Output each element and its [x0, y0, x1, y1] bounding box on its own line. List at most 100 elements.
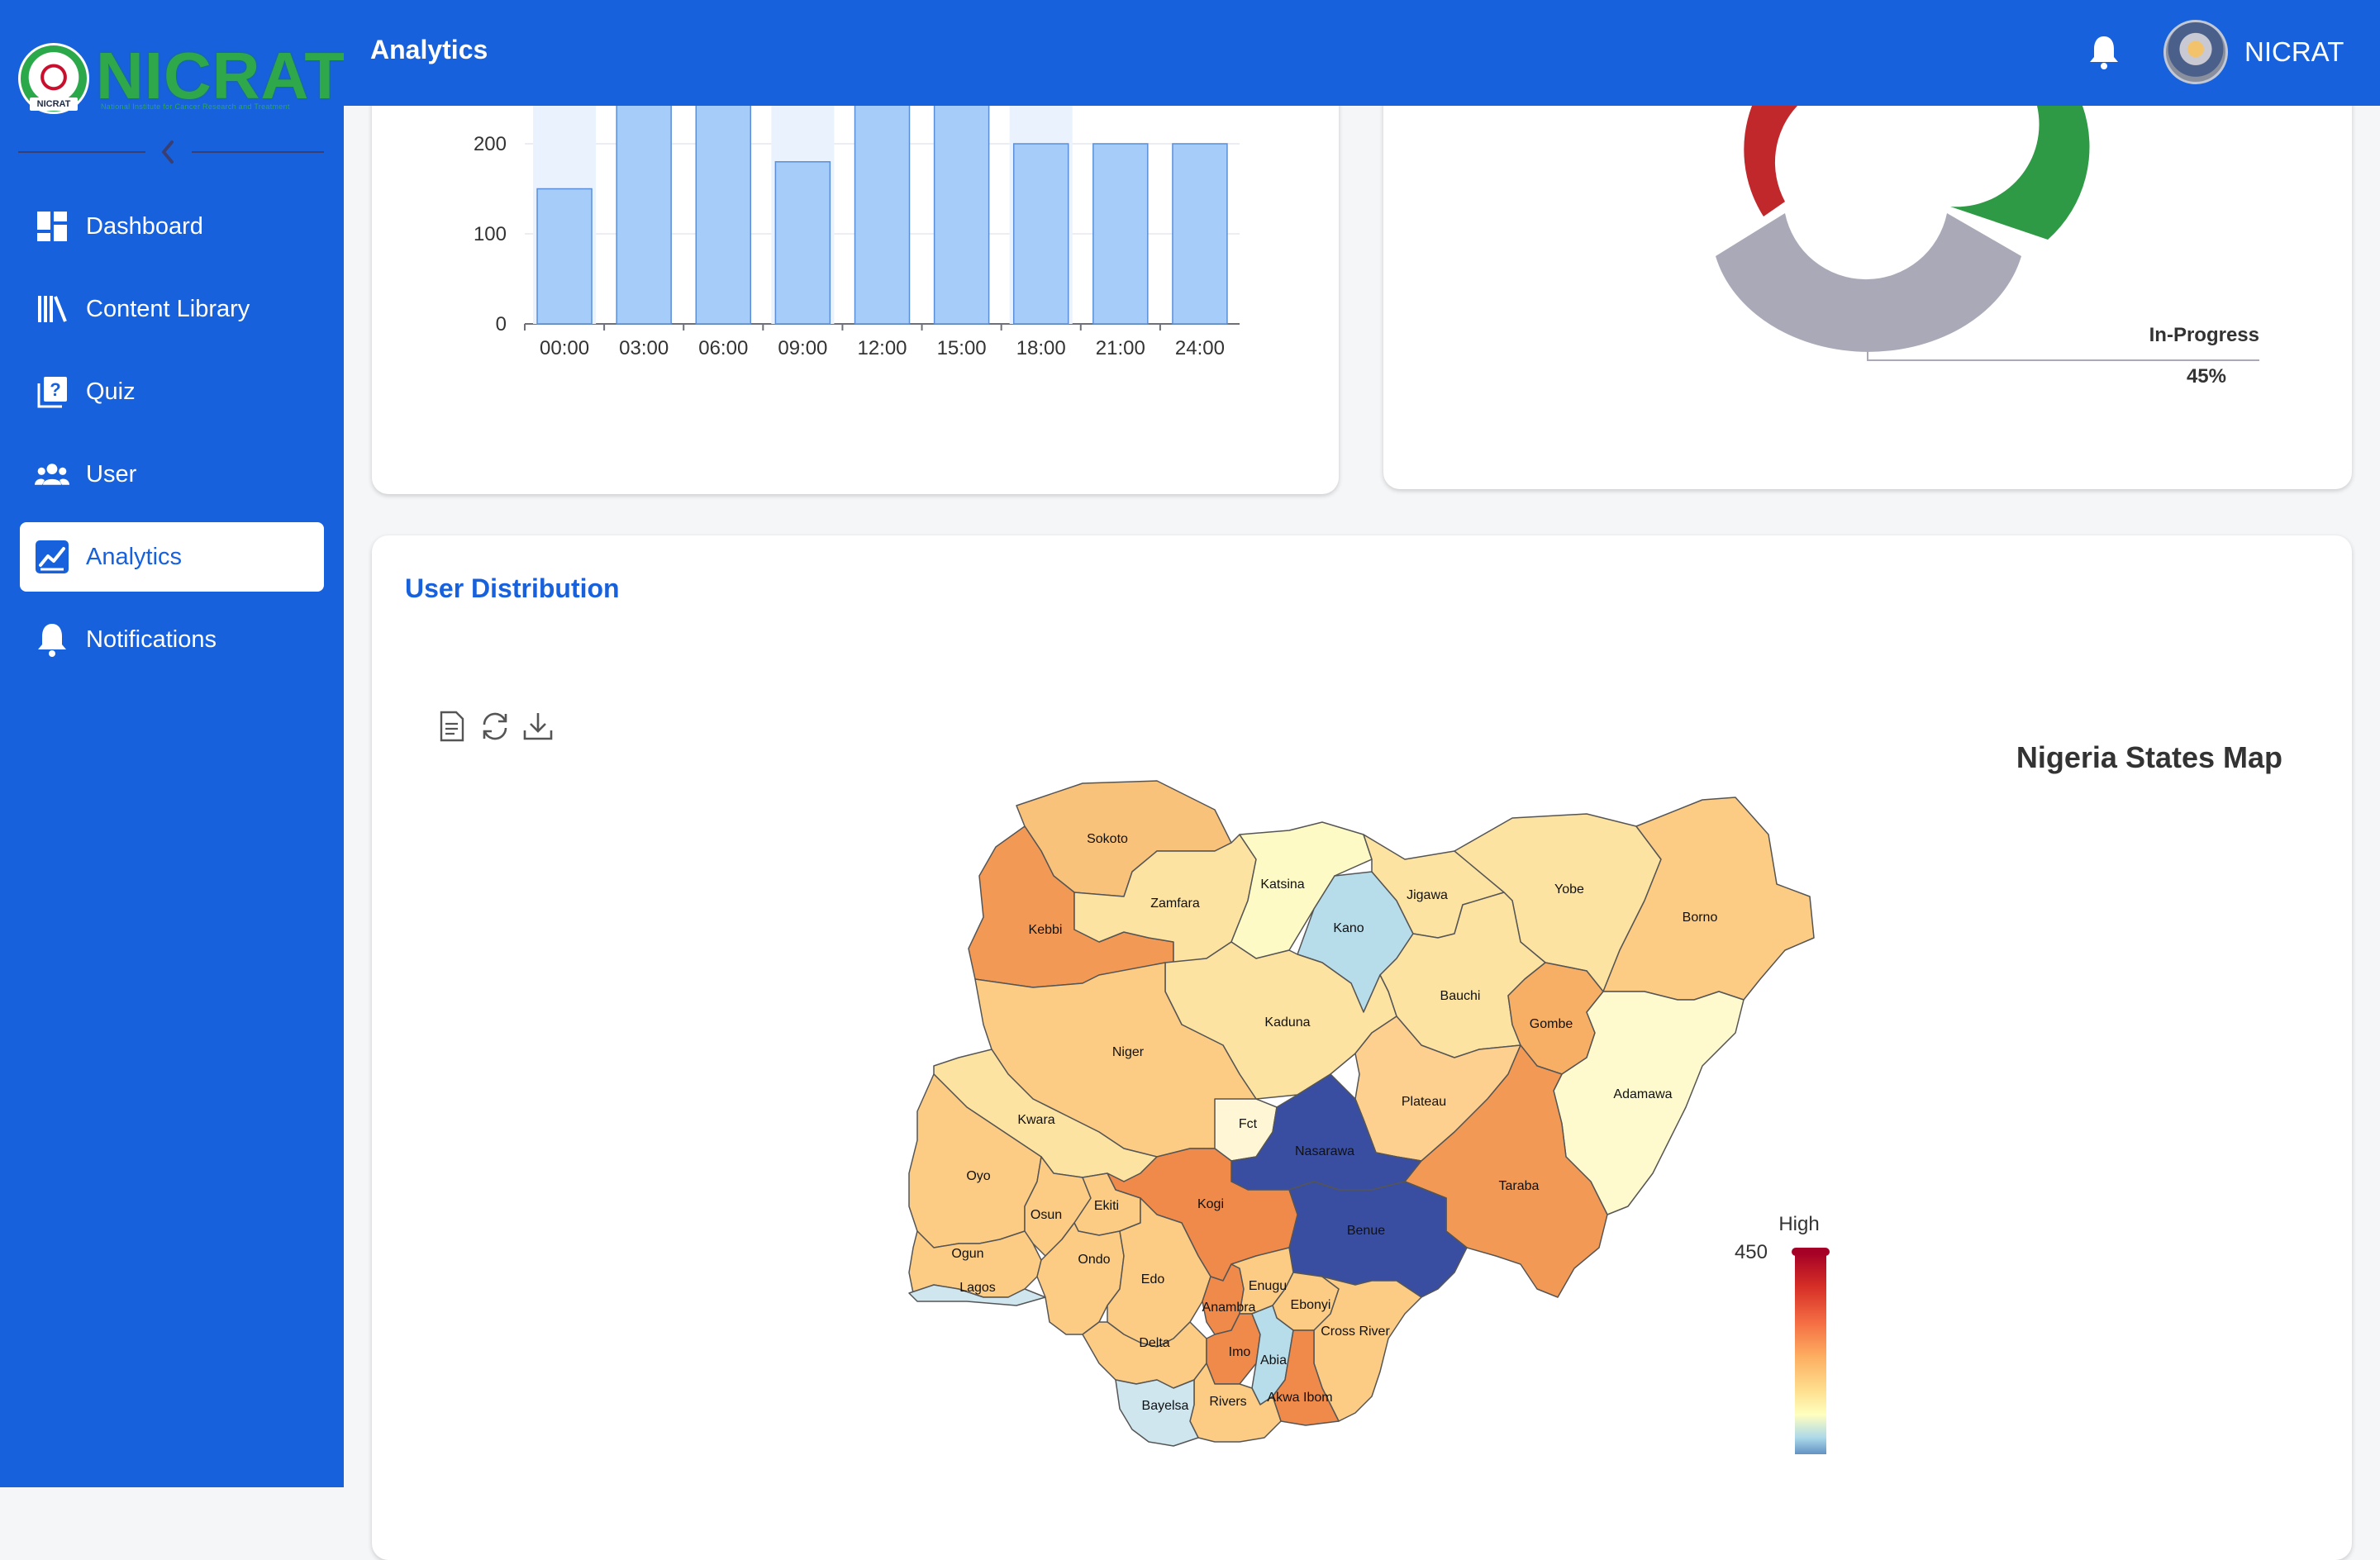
state-gombe-label: Gombe [1530, 1017, 1573, 1031]
page-title: Analytics [370, 35, 488, 64]
bar-1800[interactable] [1012, 143, 1069, 325]
nigeria-states-map: Sokoto Zamfara Katsina Kano Jigawa Yobe Borno K… [908, 780, 1830, 1454]
state-sokoto-label: Sokoto [1087, 832, 1128, 846]
bar-1200[interactable] [854, 88, 911, 325]
logo-badge: NICRAT [30, 98, 78, 111]
state-niger-label: Niger [1112, 1045, 1145, 1059]
data-view-button[interactable] [438, 711, 468, 742]
dashboard-icon [35, 209, 69, 244]
y-tick-label: 200 [474, 133, 507, 155]
bar-2400[interactable] [1172, 143, 1228, 325]
state-ebonyi-label: Ebonyi [1291, 1298, 1331, 1312]
x-tick-label: 06:00 [698, 337, 748, 359]
notifications-button[interactable] [2086, 33, 2122, 71]
state-bauchi-label: Bauchi [1440, 989, 1481, 1003]
state-adamawa-label: Adamawa [1613, 1087, 1672, 1101]
chevron-left-icon [162, 140, 174, 164]
state-ogun-label: Ogun [951, 1247, 983, 1261]
hourly-bar-chart: 0 100 200 00:00 03:00 06:00 09:00 12:00 15:00 18:… [474, 83, 1240, 359]
sidebar-item-label: Quiz [86, 378, 136, 405]
data-view-icon [440, 711, 464, 742]
x-tick-label: 15:00 [937, 337, 987, 359]
state-oyo-label: Oyo [966, 1169, 990, 1183]
bar-0300[interactable] [616, 88, 672, 325]
y-tick-label: 100 [474, 223, 507, 245]
state-delta-label: Delta [1139, 1336, 1169, 1350]
sidebar-item-quiz[interactable]: ? Quiz [20, 357, 324, 426]
sidebar-item-notifications[interactable]: Notifications [20, 605, 324, 674]
sidebar-item-user[interactable]: User [20, 440, 324, 509]
nicrat-logo[interactable]: NICRAT NICRAT National Institute for Can… [18, 40, 345, 119]
user-name[interactable]: NICRAT [2244, 36, 2344, 68]
donut-segment-red [1744, 106, 1797, 216]
y-tick-label: 0 [496, 313, 507, 335]
sidebar: NICRAT NICRAT National Institute for Can… [0, 0, 345, 1487]
bell-icon [35, 622, 69, 657]
state-katsina-label: Katsina [1260, 878, 1304, 892]
state-yobe-label: Yobe [1554, 882, 1584, 897]
library-icon [35, 292, 69, 326]
state-anambra-label: Anambra [1202, 1301, 1256, 1315]
sidebar-nav: Dashboard Content Library ? Quiz User An… [20, 192, 324, 687]
svg-text:?: ? [50, 379, 60, 400]
x-tick-label: 12:00 [857, 337, 907, 359]
bar-0000[interactable] [536, 188, 593, 325]
state-cross-river-label: Cross River [1321, 1325, 1390, 1339]
state-akwa-ibom-label: Akwa Ibom [1267, 1391, 1332, 1405]
bar-0900[interactable] [774, 161, 831, 325]
state-kano-label: Kano [1333, 921, 1364, 935]
sidebar-item-analytics[interactable]: Analytics [20, 522, 324, 592]
x-tick-label: 00:00 [540, 337, 589, 359]
state-bayelsa[interactable] [1115, 1379, 1199, 1447]
section-title: User Distribution [405, 573, 620, 603]
progress-donut-chart: In-Progress 45% [1716, 106, 2259, 388]
top-bar: Analytics NICRAT [344, 0, 2380, 106]
bar-1500[interactable] [933, 88, 990, 325]
state-osun-label: Osun [1031, 1208, 1062, 1222]
donut-percent: 45% [2187, 365, 2226, 388]
state-edo-label: Edo [1141, 1272, 1165, 1287]
donut-segment-green [1950, 106, 2090, 240]
sidebar-item-label: User [86, 460, 137, 488]
quiz-icon: ? [35, 374, 69, 409]
state-abia-label: Abia [1260, 1353, 1287, 1367]
legend-high-label: High [1778, 1213, 1819, 1235]
logo-tagline: National Institute for Cancer Research a… [101, 102, 290, 111]
download-button[interactable] [522, 711, 553, 742]
avatar[interactable] [2163, 20, 2228, 84]
sidebar-divider-right [192, 151, 324, 153]
state-kaduna-label: Kaduna [1264, 1015, 1310, 1030]
visual-map-legend[interactable] [1795, 1253, 1826, 1454]
donut-segment-in-progress[interactable] [1716, 213, 2021, 352]
state-nasarawa-label: Nasarawa [1295, 1144, 1354, 1158]
sidebar-item-content-library[interactable]: Content Library [20, 274, 324, 344]
download-icon [523, 713, 553, 740]
users-icon [35, 457, 69, 492]
state-jigawa-label: Jigawa [1407, 888, 1448, 902]
x-tick-label: 09:00 [778, 337, 827, 359]
refresh-button[interactable] [479, 711, 509, 742]
state-benue-label: Benue [1347, 1224, 1385, 1238]
state-imo-label: Imo [1229, 1345, 1251, 1359]
sidebar-item-dashboard[interactable]: Dashboard [20, 192, 324, 261]
donut-label: In-Progress [2149, 324, 2259, 346]
state-zamfara-label: Zamfara [1150, 897, 1200, 911]
state-ekiti-label: Ekiti [1094, 1199, 1119, 1213]
state-ondo-label: Ondo [1078, 1253, 1110, 1267]
state-bayelsa-label: Bayelsa [1142, 1399, 1189, 1413]
x-tick-label: 18:00 [1016, 337, 1066, 359]
sidebar-item-label: Dashboard [86, 212, 203, 240]
state-rivers-label: Rivers [1209, 1395, 1246, 1409]
logo-text: NICRAT [96, 39, 346, 112]
bell-icon [2090, 36, 2118, 69]
x-tick-label: 21:00 [1096, 337, 1145, 359]
state-kebbi-label: Kebbi [1029, 923, 1063, 937]
bar-0600[interactable] [695, 88, 752, 325]
state-borno-label: Borno [1683, 911, 1718, 925]
state-kogi-label: Kogi [1197, 1197, 1224, 1211]
x-tick-label: 24:00 [1175, 337, 1225, 359]
collapse-sidebar-button[interactable] [154, 137, 183, 167]
map-title: Nigeria States Map [2016, 740, 2282, 774]
bar-2100[interactable] [1092, 143, 1149, 325]
state-fct-label: Fct [1239, 1117, 1258, 1131]
